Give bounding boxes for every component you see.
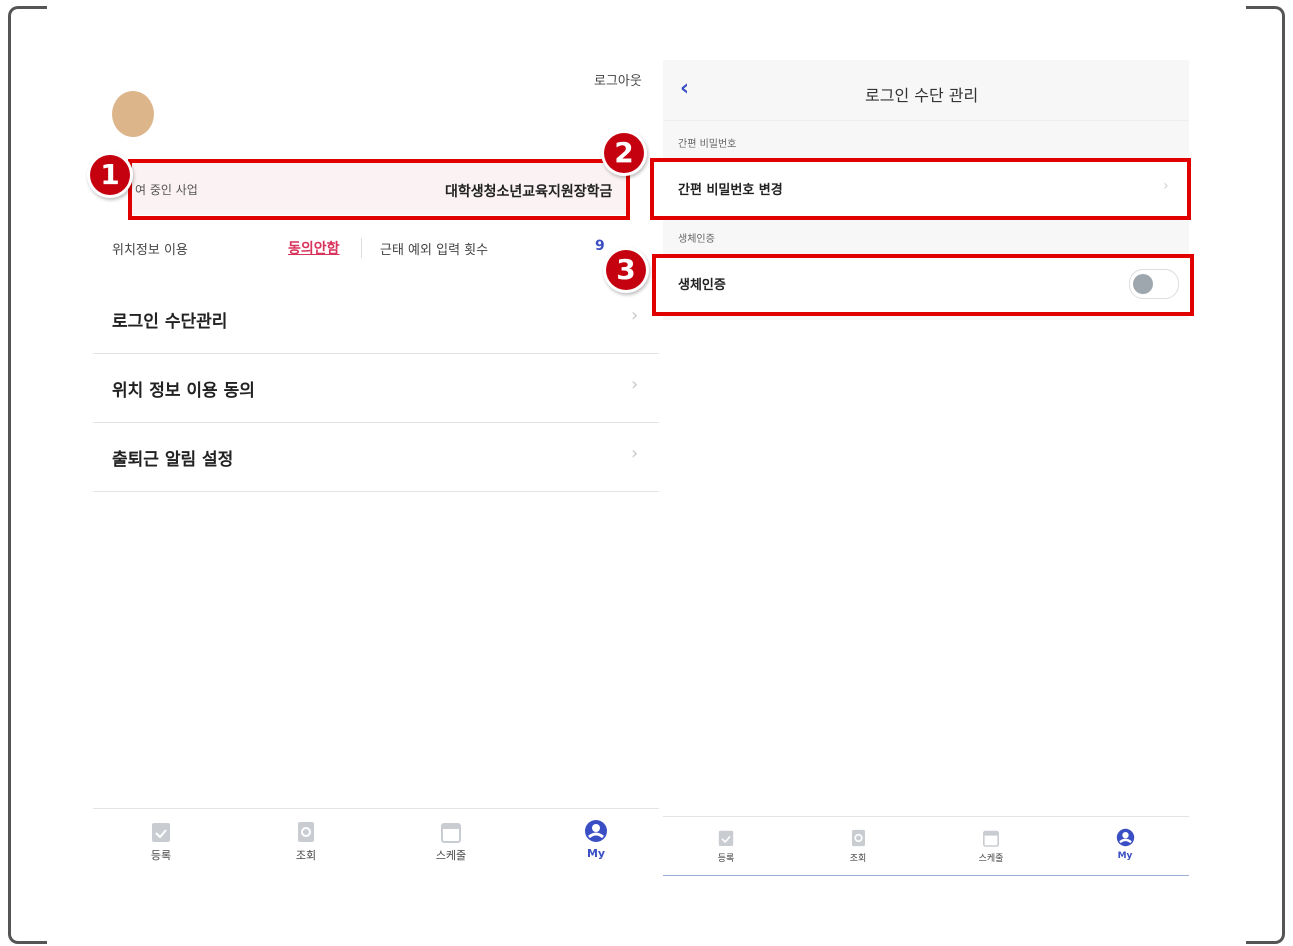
highlight-box-3 — [652, 254, 1194, 316]
menu-item-label: 출퇴근 알림 설정 — [112, 450, 234, 470]
clipboard-check-icon — [152, 823, 170, 842]
tab-schedule[interactable]: 스케줄 — [421, 821, 481, 863]
tab-label: My — [586, 847, 606, 860]
location-consent-link[interactable]: 동의안함 — [288, 238, 340, 258]
clipboard-check-icon — [718, 830, 734, 846]
section-header-biometric: 생체인증 — [678, 234, 715, 245]
attendance-exception-count: 9 — [595, 238, 605, 254]
tab-search[interactable]: 조회 — [828, 829, 888, 864]
frame-bracket-left — [8, 6, 47, 944]
logout-button[interactable]: 로그아웃 — [594, 70, 642, 89]
tab-label: 등록 — [717, 854, 735, 864]
back-arrow-icon[interactable]: ‹ — [680, 76, 689, 101]
tab-schedule[interactable]: 스케줄 — [961, 829, 1021, 864]
step-badge-3: 3 — [606, 250, 646, 290]
bottom-tab-bar: 등록 조회 스케줄 My — [93, 808, 659, 867]
menu-item-commute-alert[interactable]: 출퇴근 알림 설정 › — [93, 423, 659, 492]
chevron-right-icon: › — [631, 374, 639, 395]
tab-register[interactable]: 등록 — [131, 821, 191, 863]
menu-item-label: 위치 정보 이용 동의 — [112, 381, 255, 401]
menu-item-login-method[interactable]: 로그인 수단관리 › — [93, 285, 659, 354]
user-circle-icon — [585, 820, 607, 842]
menu-item-label: 로그인 수단관리 — [112, 312, 228, 332]
document-search-icon — [298, 822, 314, 842]
section-header-pin: 간편 비밀번호 — [678, 139, 737, 150]
chevron-right-icon: › — [631, 305, 639, 326]
document-search-icon — [851, 829, 865, 847]
step-badge-1: 1 — [90, 155, 130, 195]
page-title: 로그인 수단 관리 — [865, 86, 979, 105]
user-circle-icon — [1116, 828, 1134, 847]
calendar-icon — [983, 830, 999, 847]
tab-label: My — [1117, 851, 1133, 861]
avatar — [112, 91, 154, 137]
menu-item-location-consent[interactable]: 위치 정보 이용 동의 › — [93, 354, 659, 423]
tab-label: 등록 — [150, 849, 172, 862]
tab-label: 스케줄 — [435, 849, 467, 862]
step-badge-2: 2 — [604, 133, 644, 173]
attendance-exception-label: 근태 예외 입력 횟수 — [380, 243, 489, 258]
tab-my[interactable]: My — [1095, 828, 1155, 861]
calendar-icon — [441, 823, 461, 843]
tab-label: 조회 — [295, 849, 317, 862]
chevron-right-icon: › — [631, 443, 639, 464]
tab-search[interactable]: 조회 — [276, 821, 336, 863]
frame-bracket-right — [1246, 6, 1285, 944]
highlight-box-1 — [128, 159, 630, 220]
tab-label: 스케줄 — [978, 854, 1004, 864]
bottom-tab-bar: 등록 조회 스케줄 My — [663, 816, 1189, 876]
tab-register[interactable]: 등록 — [696, 829, 756, 864]
tab-label: 조회 — [849, 854, 867, 864]
divider — [361, 238, 362, 258]
location-info-label: 위치정보 이용 — [112, 243, 188, 258]
highlight-box-2 — [650, 158, 1191, 220]
tab-my[interactable]: My — [566, 819, 626, 860]
